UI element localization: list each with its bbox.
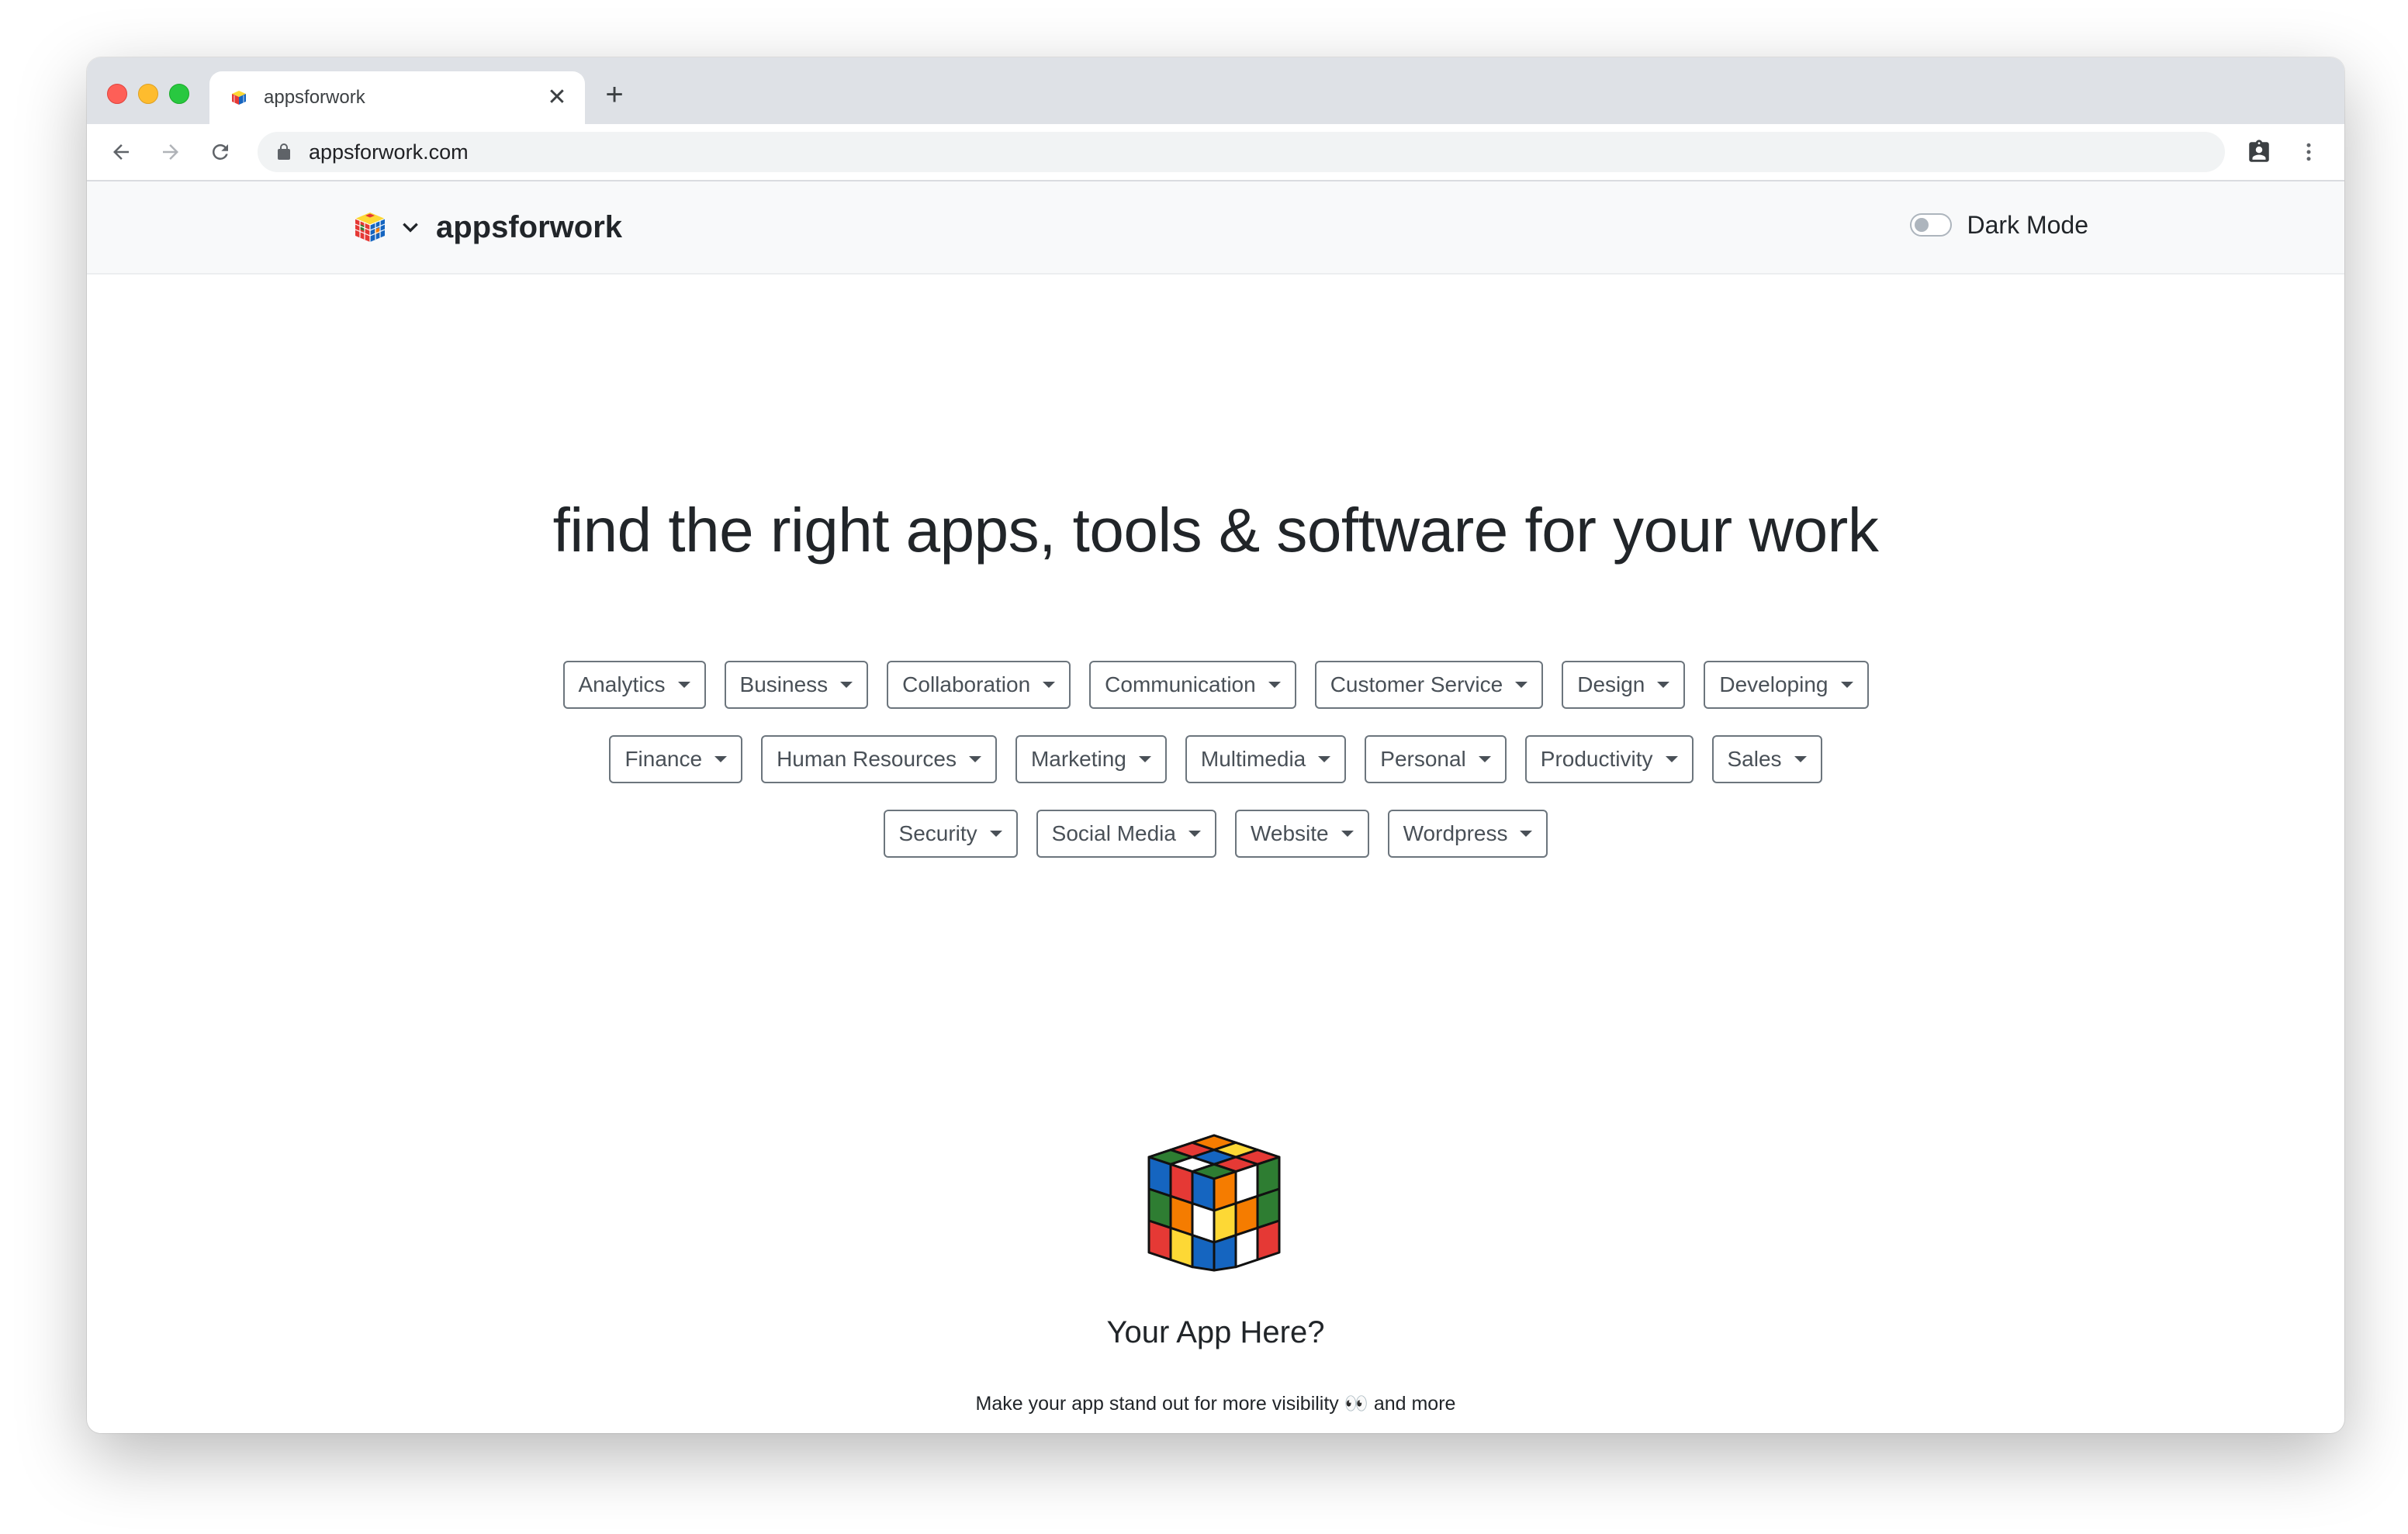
new-tab-button[interactable]: + — [599, 79, 630, 110]
category-label: Website — [1250, 821, 1329, 845]
brand[interactable]: appsforwork — [354, 209, 622, 245]
caret-down-icon — [1043, 682, 1056, 688]
category-dropdown-collaboration[interactable]: Collaboration — [887, 661, 1071, 709]
category-label: Marketing — [1030, 747, 1126, 771]
screenshot-stage: appsforwork ✕ + appsforwork.com appsforw… — [0, 0, 2408, 1534]
browser-toolbar: appsforwork.com — [87, 124, 2344, 181]
caret-down-icon — [1188, 831, 1201, 837]
category-label: Collaboration — [902, 672, 1031, 696]
category-label: Social Media — [1051, 821, 1176, 845]
caret-down-icon — [1138, 756, 1151, 762]
cube-logo-icon — [355, 212, 386, 242]
caret-down-icon — [1478, 756, 1491, 762]
category-dropdown-multimedia[interactable]: Multimedia — [1185, 735, 1347, 783]
category-label: Wordpress — [1403, 821, 1508, 845]
category-dropdown-social-media[interactable]: Social Media — [1036, 810, 1216, 858]
category-dropdown-human-resources[interactable]: Human Resources — [761, 735, 997, 783]
back-icon — [113, 144, 129, 160]
category-dropdown-marketing[interactable]: Marketing — [1015, 735, 1167, 783]
caret-down-icon — [1520, 831, 1533, 837]
browser-window: appsforwork ✕ + appsforwork.com appsforw… — [87, 57, 2344, 1433]
caret-down-icon — [989, 831, 1002, 837]
favicon-icon — [232, 91, 246, 105]
category-label: Analytics — [578, 672, 666, 696]
maximize-window-button[interactable] — [169, 84, 189, 104]
dark-mode-label: Dark Mode — [1967, 211, 2089, 239]
promo-subtitle: Make your app stand out for more visibil… — [975, 1393, 1456, 1415]
caret-down-icon — [1341, 831, 1354, 837]
caret-down-icon — [1840, 682, 1853, 688]
category-label: Finance — [624, 747, 703, 771]
menu-icon — [2306, 143, 2311, 161]
caret-down-icon — [1794, 756, 1807, 762]
forward-button[interactable] — [152, 133, 189, 171]
dark-mode-toggle[interactable]: Dark Mode — [1909, 211, 2089, 239]
dark-mode-switch[interactable] — [1909, 213, 1952, 237]
browser-tab[interactable]: appsforwork ✕ — [209, 71, 585, 124]
caret-down-icon — [968, 756, 981, 762]
category-label: Personal — [1380, 747, 1466, 771]
category-dropdown-analytics[interactable]: Analytics — [562, 661, 706, 709]
category-label: Developing — [1719, 672, 1828, 696]
minimize-window-button[interactable] — [138, 84, 158, 104]
category-dropdown-finance[interactable]: Finance — [609, 735, 743, 783]
category-dropdown-design[interactable]: Design — [1562, 661, 1686, 709]
forward-icon — [163, 144, 178, 160]
category-dropdown-security[interactable]: Security — [883, 810, 1018, 858]
category-label: Human Resources — [777, 747, 957, 771]
caret-down-icon — [1665, 756, 1678, 762]
category-dropdown-communication[interactable]: Communication — [1089, 661, 1296, 709]
profile-icon — [2249, 140, 2269, 162]
caret-down-icon — [1515, 682, 1528, 688]
brand-name[interactable]: appsforwork — [436, 209, 622, 245]
category-dropdown-website[interactable]: Website — [1234, 810, 1369, 858]
category-label: Sales — [1727, 747, 1782, 771]
chevron-down-icon[interactable] — [400, 217, 420, 237]
category-dropdown-personal[interactable]: Personal — [1365, 735, 1507, 783]
caret-down-icon — [1268, 682, 1281, 688]
category-dropdown-productivity[interactable]: Productivity — [1524, 735, 1694, 783]
caret-down-icon — [840, 682, 853, 688]
category-label: Multimedia — [1200, 747, 1306, 771]
back-button[interactable] — [102, 133, 140, 171]
category-buttons: Analytics Business Collaboration Communicat… — [552, 661, 1879, 858]
category-dropdown-wordpress[interactable]: Wordpress — [1387, 810, 1548, 858]
switch-knob — [1914, 218, 1929, 232]
tab-strip: appsforwork ✕ + — [87, 57, 2344, 124]
category-label: Productivity — [1540, 747, 1653, 771]
category-dropdown-customer-service[interactable]: Customer Service — [1314, 661, 1544, 709]
category-label: Communication — [1105, 672, 1256, 696]
reload-button[interactable] — [202, 133, 239, 171]
lock-icon — [278, 143, 290, 160]
category-label: Customer Service — [1330, 672, 1503, 696]
site-navbar: appsforwork Dark Mode — [87, 181, 2344, 275]
caret-down-icon — [1657, 682, 1670, 688]
address-bar[interactable]: appsforwork.com — [258, 132, 2225, 172]
close-tab-icon[interactable]: ✕ — [543, 84, 571, 112]
category-dropdown-sales[interactable]: Sales — [1711, 735, 1822, 783]
category-dropdown-developing[interactable]: Developing — [1704, 661, 1869, 709]
category-dropdown-business[interactable]: Business — [724, 661, 869, 709]
caret-down-icon — [1318, 756, 1331, 762]
caret-down-icon — [677, 682, 690, 688]
hero-title: find the right apps, tools & software fo… — [552, 496, 1879, 565]
rubiks-cube-illustration — [1147, 1134, 1281, 1272]
caret-down-icon — [714, 756, 728, 762]
tab-title: appsforwork — [264, 87, 365, 108]
url-text: appsforwork.com — [309, 140, 469, 164]
profile-button[interactable] — [2240, 133, 2278, 171]
promo-title: Your App Here? — [1106, 1315, 1325, 1349]
browser-menu-button[interactable] — [2290, 133, 2327, 171]
category-label: Design — [1577, 672, 1645, 696]
close-window-button[interactable] — [107, 84, 127, 104]
reload-icon — [212, 143, 228, 160]
category-label: Business — [739, 672, 829, 696]
category-label: Security — [898, 821, 977, 845]
